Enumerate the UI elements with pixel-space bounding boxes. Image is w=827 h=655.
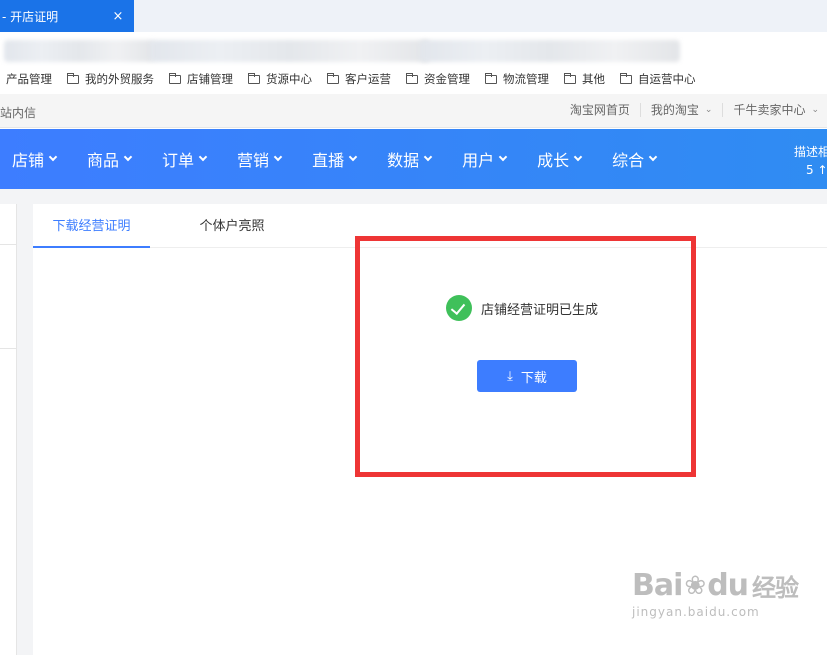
- paw-icon: ❀: [684, 570, 706, 601]
- nav-item-live[interactable]: 直播: [312, 147, 358, 171]
- chevron-down-icon: [123, 152, 133, 162]
- taobao-home-link[interactable]: 淘宝网首页: [560, 103, 641, 117]
- close-icon[interactable]: ×: [108, 9, 128, 24]
- left-sidebar: [0, 204, 17, 655]
- site-messages-link[interactable]: 站内信: [0, 104, 36, 121]
- bookmark-item[interactable]: 客户运营: [327, 71, 391, 87]
- bookmark-item[interactable]: 我的外贸服务: [67, 71, 154, 87]
- chevron-down-icon: [273, 152, 283, 162]
- bookmark-item[interactable]: 其他: [564, 71, 605, 87]
- bookmark-item[interactable]: 产品管理: [6, 71, 52, 87]
- tab-download-certificate[interactable]: 下载经营证明: [33, 204, 150, 248]
- chevron-down-icon: ⌄: [811, 105, 819, 115]
- main-nav: 店铺 商品 订单 营销 直播 数据 用户 成长 综合 描述相 5 ↑: [0, 129, 827, 189]
- nav-item-general[interactable]: 综合: [612, 147, 658, 171]
- watermark-url: jingyan.baidu.com: [632, 605, 760, 619]
- shop-rating-summary: 描述相 5 ↑: [794, 143, 827, 179]
- folder-icon: [620, 72, 632, 84]
- nav-item-orders[interactable]: 订单: [162, 147, 208, 171]
- folder-icon: [485, 72, 497, 84]
- chevron-down-icon: [573, 152, 583, 162]
- chevron-down-icon: [423, 152, 433, 162]
- rating-value: 5 ↑: [806, 163, 827, 177]
- sidebar-divider: [0, 348, 17, 349]
- chevron-down-icon: ⌄: [704, 105, 713, 115]
- rating-label: 描述相: [794, 145, 827, 159]
- nav-item-products[interactable]: 商品: [87, 147, 133, 171]
- bookmark-item[interactable]: 资金管理: [406, 71, 470, 87]
- chevron-down-icon: [498, 152, 508, 162]
- site-top-bar: 站内信 淘宝网首页 我的淘宝 ⌄ 千牛卖家中心 ⌄: [0, 94, 827, 128]
- chevron-down-icon: [648, 152, 658, 162]
- tab-individual-license[interactable]: 个体户亮照: [186, 204, 278, 248]
- blurred-url-segment: [150, 40, 430, 62]
- nav-menu: 店铺 商品 订单 营销 直播 数据 用户 成长 综合: [12, 129, 687, 189]
- browser-tab-strip: - 开店证明 ×: [0, 0, 827, 32]
- site-top-links: 淘宝网首页 我的淘宝 ⌄ 千牛卖家中心 ⌄: [560, 103, 819, 117]
- bookmarks-bar: 产品管理 我的外贸服务 店铺管理 货源中心 客户运营 资金管理 物流管理 其他 …: [0, 66, 827, 92]
- sidebar-divider: [0, 244, 17, 245]
- highlight-box: [355, 236, 696, 477]
- nav-item-marketing[interactable]: 营销: [237, 147, 283, 171]
- chevron-down-icon: [348, 152, 358, 162]
- my-taobao-link[interactable]: 我的淘宝 ⌄: [641, 103, 724, 117]
- bookmark-item[interactable]: 自运营中心: [620, 71, 696, 87]
- watermark-logo: Bai ❀ du 经验: [632, 568, 799, 603]
- folder-icon: [67, 72, 79, 84]
- browser-tab-title: - 开店证明: [2, 9, 59, 24]
- bookmark-item[interactable]: 店铺管理: [169, 71, 233, 87]
- chevron-down-icon: [198, 152, 208, 162]
- folder-icon: [169, 72, 181, 84]
- folder-icon: [406, 72, 418, 84]
- nav-item-users[interactable]: 用户: [462, 147, 508, 171]
- folder-icon: [564, 72, 576, 84]
- blurred-url-segment: [4, 40, 154, 62]
- folder-icon: [327, 72, 339, 84]
- folder-icon: [248, 72, 260, 84]
- nav-item-growth[interactable]: 成长: [537, 147, 583, 171]
- blurred-url-segment: [420, 40, 680, 62]
- nav-item-data[interactable]: 数据: [387, 147, 433, 171]
- chevron-down-icon: [48, 152, 58, 162]
- address-bar[interactable]: [0, 32, 827, 66]
- baidu-jingyan-watermark: Bai ❀ du 经验 jingyan.baidu.com: [632, 568, 799, 619]
- bookmark-item[interactable]: 物流管理: [485, 71, 549, 87]
- browser-tab-active[interactable]: - 开店证明 ×: [0, 0, 134, 32]
- nav-item-shop[interactable]: 店铺: [12, 147, 58, 171]
- seller-center-link[interactable]: 千牛卖家中心 ⌄: [723, 103, 819, 117]
- bookmark-item[interactable]: 货源中心: [248, 71, 312, 87]
